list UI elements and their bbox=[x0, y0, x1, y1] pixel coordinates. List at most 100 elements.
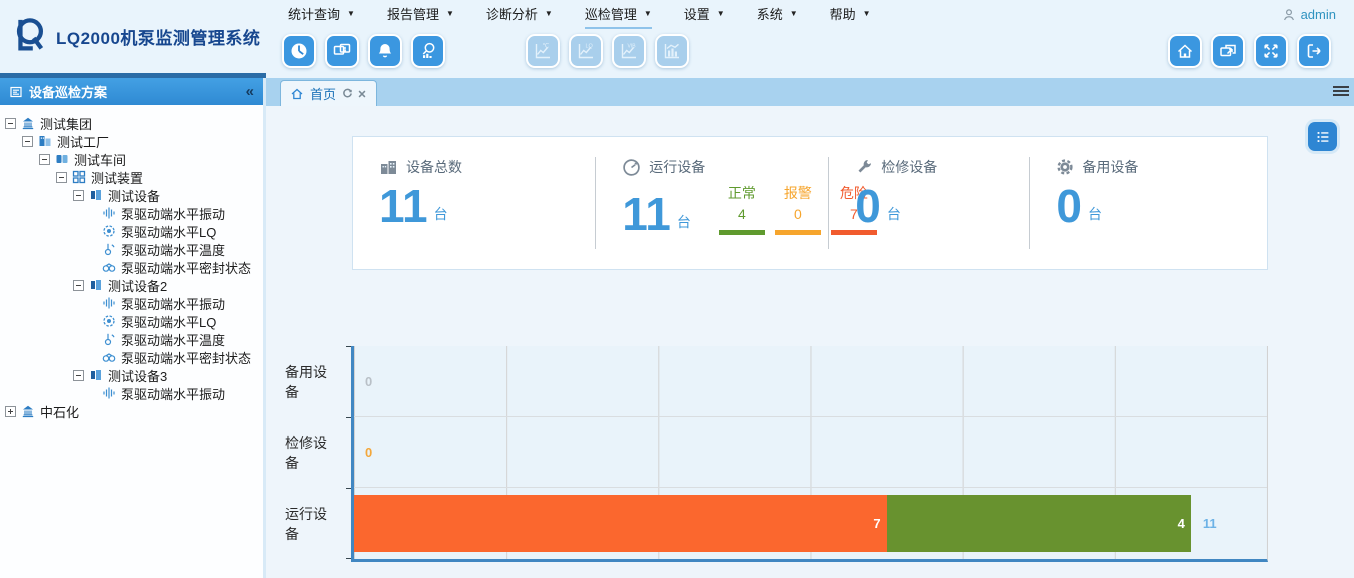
trend-vib-icon: VIB bbox=[612, 34, 646, 68]
tree-leaf-seal[interactable]: 泵驱动端水平密封状态 bbox=[2, 348, 257, 366]
logout-icon[interactable] bbox=[1297, 34, 1331, 68]
expander-icon[interactable] bbox=[39, 154, 50, 165]
fullscreen-icon[interactable] bbox=[1254, 34, 1288, 68]
substat-bar bbox=[719, 230, 765, 235]
card-value: 0 bbox=[855, 183, 881, 229]
card-value: 0 bbox=[1056, 183, 1082, 229]
y-tick-label: 检修设备 bbox=[285, 417, 351, 488]
menu-item-diagnosis[interactable]: 诊断分析▼ bbox=[486, 0, 553, 29]
chart-row-standby: 0 bbox=[354, 346, 1267, 417]
tree-leaf-vibration[interactable]: 泵驱动端水平振动 bbox=[2, 384, 231, 402]
tree-leaf-temperature[interactable]: 泵驱动端水平温度 bbox=[2, 240, 231, 258]
menu-label: 系统 bbox=[757, 4, 783, 23]
refresh-tab-icon[interactable] bbox=[342, 88, 353, 99]
screens-monitor-icon[interactable] bbox=[325, 34, 359, 68]
tree-leaf-vibration[interactable]: 泵驱动端水平振动 bbox=[2, 294, 231, 312]
clock-pie-icon[interactable] bbox=[282, 34, 316, 68]
temperature-icon bbox=[102, 332, 116, 346]
wrench-icon bbox=[855, 158, 873, 176]
tree-node-unit[interactable]: 测试装置 bbox=[2, 168, 149, 186]
tree-node-sinopec[interactable]: 中石化 bbox=[2, 402, 85, 420]
external-window-icon[interactable] bbox=[1211, 34, 1245, 68]
card-total-devices: 设备总数 11 台 bbox=[353, 157, 595, 249]
menu-item-settings[interactable]: 设置 ▼ bbox=[684, 0, 725, 29]
trend-bars-icon bbox=[655, 34, 689, 68]
expander-icon[interactable] bbox=[22, 136, 33, 147]
chevron-down-icon: ▼ bbox=[863, 10, 871, 18]
home-page: 设备总数 11 台 运行设备 11 bbox=[266, 106, 1354, 578]
alarm-bell-icon[interactable] bbox=[368, 34, 402, 68]
tree-node-factory[interactable]: 测试工厂 bbox=[2, 132, 115, 150]
chevron-down-icon: ▼ bbox=[446, 10, 454, 18]
bar-segment-normal[interactable]: 4 bbox=[887, 495, 1191, 552]
device-icon bbox=[89, 278, 103, 292]
tree-node-device1[interactable]: 测试设备 bbox=[2, 186, 166, 204]
tree-leaf-seal[interactable]: 泵驱动端水平密封状态 bbox=[2, 258, 257, 276]
bar-value-label: 7 bbox=[873, 516, 880, 531]
trend-temperature-icon: ℃ bbox=[526, 34, 560, 68]
card-unit: 台 bbox=[677, 212, 691, 237]
devices-icon bbox=[379, 158, 398, 176]
tree-leaf-lq[interactable]: 泵驱动端水平LQ bbox=[2, 312, 222, 330]
tree-node-device2[interactable]: 测试设备2 bbox=[2, 276, 173, 294]
substat-alarm: 报警 0 bbox=[775, 183, 821, 235]
menu-item-system[interactable]: 系统 ▼ bbox=[757, 0, 798, 29]
workshop-icon bbox=[55, 152, 69, 166]
tab-list-menu-icon[interactable] bbox=[1333, 84, 1349, 98]
bar-segment-danger[interactable]: 7 bbox=[354, 495, 887, 552]
user-account[interactable]: admin bbox=[1282, 0, 1336, 29]
axis-tick bbox=[346, 488, 351, 489]
menu-item-reports[interactable]: 报告管理 ▼ bbox=[387, 0, 454, 29]
factory-icon bbox=[38, 134, 52, 148]
vibration-icon bbox=[102, 386, 116, 400]
search-stats-icon[interactable] bbox=[411, 34, 445, 68]
menu-item-statistics[interactable]: 统计查询▼ bbox=[288, 0, 355, 29]
seal-status-icon bbox=[102, 350, 116, 364]
menu-item-help[interactable]: 帮助▼ bbox=[830, 0, 871, 29]
temperature-icon bbox=[102, 242, 116, 256]
lq-gauge-icon bbox=[102, 224, 116, 238]
tree-node-device3[interactable]: 测试设备3 bbox=[2, 366, 173, 384]
expander-icon[interactable] bbox=[5, 406, 16, 417]
sidebar-title: 设备巡检方案 bbox=[29, 82, 107, 101]
substat-bar bbox=[775, 230, 821, 235]
card-unit: 台 bbox=[434, 204, 448, 229]
tree-leaf-temperature[interactable]: 泵驱动端水平温度 bbox=[2, 330, 231, 348]
menu-label: 统计查询 bbox=[288, 4, 340, 23]
menu-label: 巡检管理 bbox=[585, 4, 637, 23]
tree-leaf-vibration[interactable]: 泵驱动端水平振动 bbox=[2, 204, 231, 222]
device-status-bar-chart: 备用设备 检修设备 运行设备 0 0 bbox=[285, 346, 1268, 562]
axis-tick bbox=[346, 346, 351, 347]
menu-item-inspection[interactable]: 巡检管理▼ bbox=[585, 0, 652, 29]
expander-icon[interactable] bbox=[73, 370, 84, 381]
menu-label: 报告管理 bbox=[387, 4, 439, 23]
expander-icon[interactable] bbox=[73, 280, 84, 291]
tab-home[interactable]: 首页 bbox=[280, 80, 377, 106]
collapse-sidebar-button[interactable]: « bbox=[246, 84, 254, 99]
panel-list-toggle-button[interactable] bbox=[1308, 122, 1337, 151]
device-icon bbox=[89, 188, 103, 202]
tree-node-group[interactable]: 测试集团 bbox=[2, 114, 98, 132]
expander-icon[interactable] bbox=[56, 172, 67, 183]
org-icon bbox=[21, 116, 35, 130]
card-label: 设备总数 bbox=[406, 157, 462, 177]
y-tick-label: 备用设备 bbox=[285, 346, 351, 417]
tree-leaf-lq[interactable]: 泵驱动端水平LQ bbox=[2, 222, 222, 240]
trend-lq-icon: LQ bbox=[569, 34, 603, 68]
home-icon[interactable] bbox=[1168, 34, 1202, 68]
expander-icon[interactable] bbox=[73, 190, 84, 201]
chevron-down-icon: ▼ bbox=[790, 10, 798, 18]
seal-status-icon bbox=[102, 260, 116, 274]
plan-list-icon bbox=[9, 85, 23, 99]
card-unit: 台 bbox=[1088, 204, 1102, 229]
unit-icon bbox=[72, 170, 86, 184]
tree-node-workshop[interactable]: 测试车间 bbox=[2, 150, 132, 168]
username: admin bbox=[1301, 7, 1336, 22]
close-tab-icon[interactable] bbox=[357, 89, 367, 99]
gauge-icon bbox=[622, 158, 641, 177]
expander-icon[interactable] bbox=[5, 118, 16, 129]
card-label: 运行设备 bbox=[649, 157, 705, 177]
menu-label: 设置 bbox=[684, 4, 710, 23]
chevron-down-icon: ▼ bbox=[717, 10, 725, 18]
org-icon bbox=[21, 404, 35, 418]
